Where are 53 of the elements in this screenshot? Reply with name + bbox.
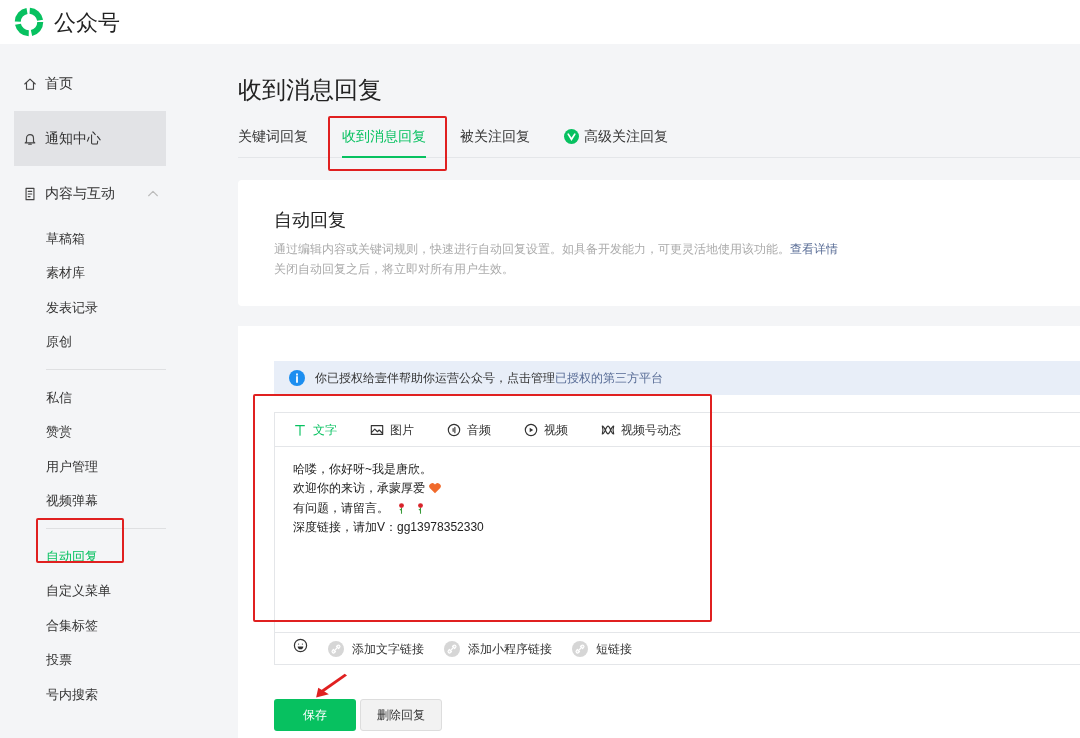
page-title: 收到消息回复 [238, 75, 383, 105]
app-title: 公众号 [54, 8, 120, 37]
play-icon [524, 422, 538, 437]
sidebar-subitem[interactable]: 草稿箱 [14, 221, 166, 256]
text-icon [293, 422, 307, 437]
link-icon [444, 640, 460, 657]
delete-reply-button[interactable]: 删除回复 [360, 699, 442, 731]
home-icon [23, 76, 37, 91]
reply-text-line: 哈喽，你好呀~我是唐欣。 [293, 460, 432, 478]
image-icon [370, 422, 384, 437]
note-text: 关闭自动回复之后，将立即对所有用户生效。 [274, 261, 515, 278]
sidebar-subitem[interactable]: 原创 [14, 324, 166, 359]
sidebar-subitem[interactable]: 发表记录 [14, 290, 166, 325]
logo-icon [14, 7, 44, 37]
reply-text-line: 有问题，请留言。 [293, 499, 389, 517]
sidebar-subitem[interactable]: 自定义菜单 [14, 573, 166, 608]
content-type-tab[interactable]: 图片 [370, 420, 414, 439]
section-title: 自动回复 [274, 209, 347, 232]
info-icon [289, 370, 305, 386]
link-tool-button[interactable]: 短链接 [572, 639, 632, 658]
link-tool-button[interactable]: 添加小程序链接 [444, 639, 552, 658]
link-tool-button[interactable]: 添加文字链接 [328, 639, 424, 658]
reply-text-area[interactable]: 哈喽，你好呀~我是唐欣。 欢迎你的来访，承蒙厚爱 有问题，请留言。 深度链接，请加V：gg13978352330 [275, 447, 1080, 632]
details-link[interactable]: 查看详情 [790, 242, 838, 256]
sidebar-subitem[interactable]: 用户管理 [14, 449, 166, 484]
sidebar-item[interactable]: 通知中心 [14, 111, 166, 166]
audio-icon [447, 422, 461, 437]
document-icon [23, 186, 37, 201]
sidebar-subitem[interactable]: 投票 [14, 642, 166, 677]
tab[interactable]: 被关注回复 [460, 124, 530, 158]
notice-text: 你已授权给壹伴帮助你运营公众号，点击管理已授权的第三方平台 [315, 370, 663, 387]
sidebar-subitem[interactable]: 视频弹幕 [14, 483, 166, 518]
content-type-tab[interactable]: 音频 [447, 420, 491, 439]
sidebar-subitem[interactable]: 合集标签 [14, 608, 166, 643]
annotation-arrow-icon [314, 673, 348, 699]
emoji-icon [293, 638, 308, 653]
reply-text-line: 欢迎你的来访，承蒙厚爱 [293, 480, 425, 498]
sidebar-subitem[interactable]: 素材库 [14, 255, 166, 290]
link-icon [328, 640, 344, 657]
description-text: 通过编辑内容或关键词规则，快速进行自动回复设置。如具备开发能力，可更灵活地使用该功能。查看详情 [274, 241, 839, 258]
sidebar-subitem[interactable]: 私信 [14, 380, 166, 415]
content-type-tab[interactable]: 视频号动态 [601, 420, 681, 439]
bell-icon [23, 131, 37, 146]
link-icon [572, 640, 588, 657]
sidebar-subitem[interactable]: 号内搜索 [14, 677, 166, 712]
authorized-platform-link[interactable]: 已授权的第三方平台 [555, 371, 663, 385]
butterfly-icon [601, 422, 615, 437]
reply-text-line: 深度链接，请加V：gg13978352330 [293, 519, 484, 537]
tab[interactable]: 高级关注回复 [564, 124, 668, 158]
content-type-tab[interactable]: 视频 [524, 420, 568, 439]
heart-emoji-icon [428, 481, 442, 496]
sidebar-subitem[interactable]: 赞赏 [14, 414, 166, 449]
tab[interactable]: 关键词回复 [238, 124, 308, 158]
